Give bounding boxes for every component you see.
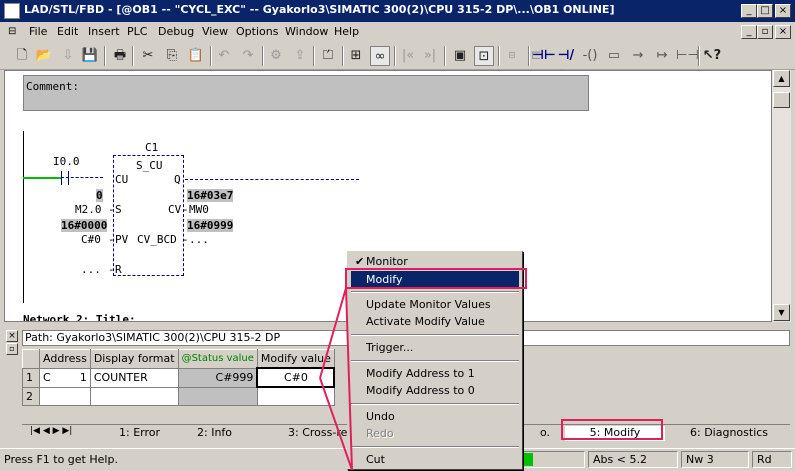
annotation-arrow [319,287,347,379]
annotation-arrow [345,287,353,470]
annotation-arrow [319,377,353,470]
annotation-arrows [319,287,353,470]
